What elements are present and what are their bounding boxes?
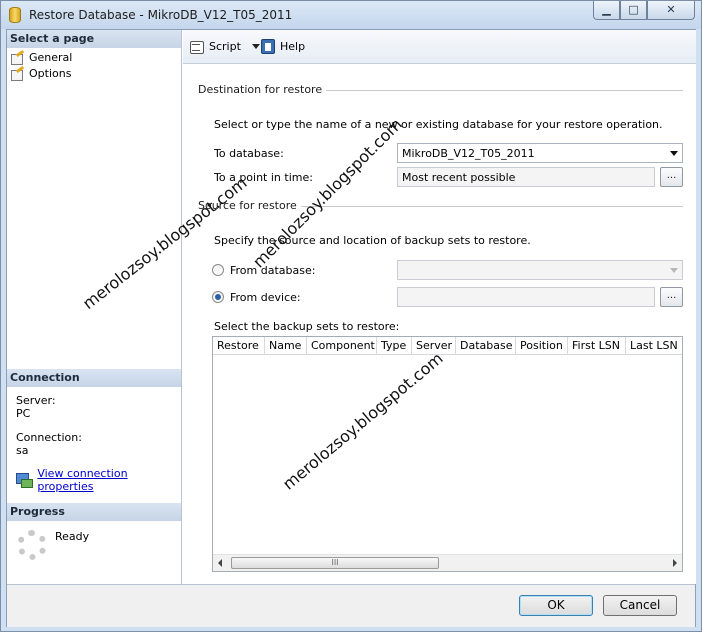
script-dropdown-arrow-icon[interactable] [251,44,260,49]
scroll-left-icon[interactable] [218,559,222,567]
cancel-button[interactable]: Cancel [603,595,677,616]
column-header-name[interactable]: Name [265,337,307,354]
column-header-type[interactable]: Type [377,337,412,354]
column-header-position[interactable]: Position [516,337,568,354]
connection-label: Connection: [16,431,82,444]
script-icon [189,39,204,54]
column-header-restore[interactable]: Restore [213,337,265,354]
point-in-time-field: Most recent possible [397,167,655,187]
from-device-browse-button[interactable]: ... [660,287,683,307]
column-header-database[interactable]: Database [456,337,516,354]
to-database-label: To database: [214,147,284,160]
help-icon [261,39,275,54]
page-options[interactable]: Options [11,66,71,81]
restore-database-window: Restore Database - MikroDB_V12_T05_2011 … [0,0,702,632]
chevron-down-icon [670,151,678,156]
database-icon [9,7,21,23]
point-in-time-value: Most recent possible [402,171,516,184]
chevron-down-icon [670,268,678,273]
connection-properties-icon [16,473,34,488]
maximize-button[interactable]: □ [620,1,647,20]
script-button[interactable]: Script [189,39,260,54]
dialog-footer: OK Cancel [7,584,695,627]
destination-instruction: Select or type the name of a new or exis… [214,118,663,131]
minimize-icon: ▁ [602,3,611,16]
page-general-label: General [29,51,73,64]
server-label: Server: [16,394,56,407]
grid-header: Restore Name Component Type Server Datab… [213,337,682,355]
from-database-combo [397,260,683,280]
select-page-header: Select a page [7,30,181,48]
close-icon: ✕ [666,3,676,16]
help-label: Help [280,40,306,53]
from-database-label[interactable]: From database: [230,264,315,277]
from-database-radio[interactable] [212,264,224,276]
progress-spinner-icon [17,530,47,560]
backup-sets-label: Select the backup sets to restore: [214,320,400,333]
page-icon [11,68,25,81]
from-device-label[interactable]: From device: [230,291,301,304]
toolbar: Script Help [183,30,696,64]
scroll-right-icon[interactable] [673,559,677,567]
progress-status: Ready [55,530,90,543]
minimize-button[interactable]: ▁ [593,1,620,20]
close-button[interactable]: ✕ [647,1,695,20]
scrollbar-thumb[interactable]: III [231,557,439,569]
maximize-icon: □ [628,3,639,16]
backup-sets-grid[interactable]: Restore Name Component Type Server Datab… [212,336,683,572]
to-database-combo[interactable]: MikroDB_V12_T05_2011 [397,143,683,163]
from-device-radio[interactable] [212,291,224,303]
window-title: Restore Database - MikroDB_V12_T05_2011 [29,8,293,22]
destination-group-title: Destination for restore [198,83,327,96]
column-header-component[interactable]: Component [307,337,377,354]
right-pane: Script Help Destination for restore Sele… [183,30,696,584]
page-general[interactable]: General [11,50,72,65]
script-label: Script [209,40,241,53]
to-database-value: MikroDB_V12_T05_2011 [402,147,535,160]
horizontal-scrollbar[interactable]: III [213,554,682,571]
dialog-client-area: Select a page General Options Connection… [6,29,696,627]
ok-button[interactable]: OK [519,595,593,616]
column-header-last-lsn[interactable]: Last LSN [626,337,682,354]
server-value: PC [16,407,31,420]
column-header-first-lsn[interactable]: First LSN [568,337,626,354]
connection-header: Connection [7,369,181,387]
progress-header: Progress [7,503,181,521]
title-bar[interactable]: Restore Database - MikroDB_V12_T05_2011 … [1,1,701,29]
help-button[interactable]: Help [261,39,305,54]
point-in-time-browse-button[interactable]: ... [660,167,683,187]
from-device-field [397,287,655,307]
view-connection-properties[interactable]: View connection properties [16,467,181,493]
page-options-label: Options [29,67,72,80]
view-connection-properties-link[interactable]: View connection properties [37,467,181,493]
connection-value: sa [16,444,29,457]
page-icon [11,52,25,65]
